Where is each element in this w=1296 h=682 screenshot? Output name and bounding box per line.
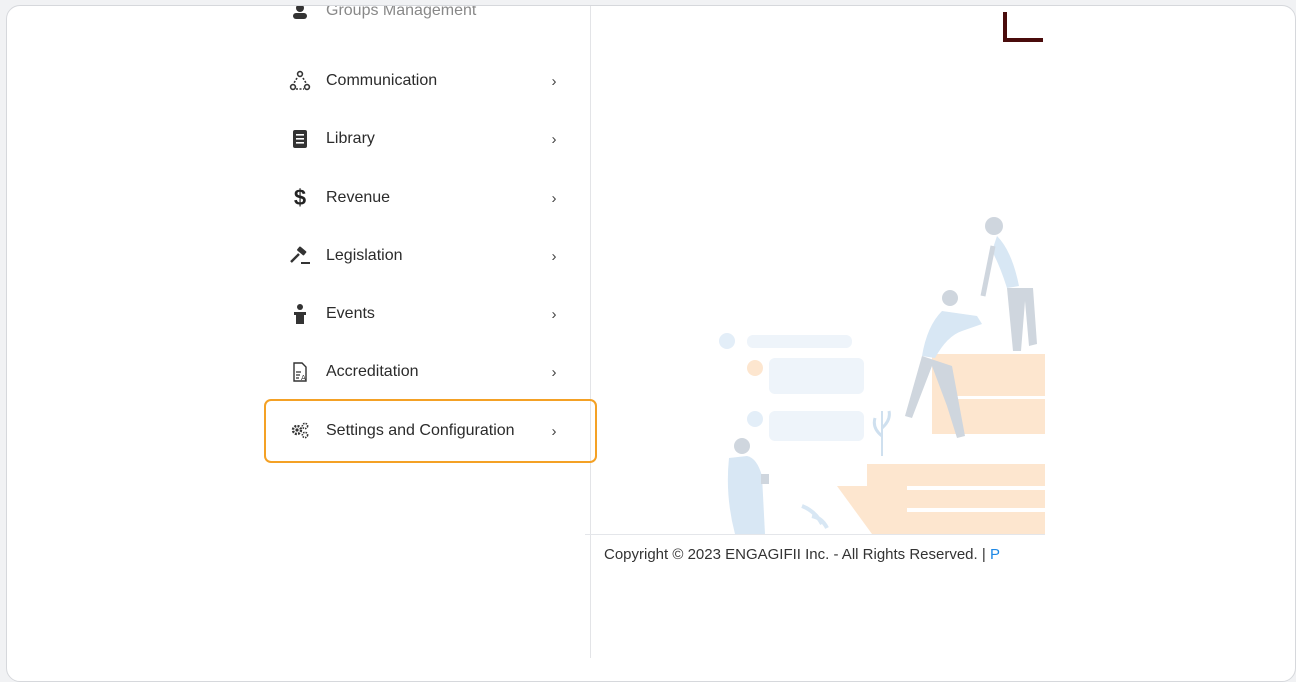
communication-icon — [288, 69, 312, 93]
sidebar-item-label: Legislation — [326, 247, 403, 264]
sidebar-item-label: Library — [326, 130, 375, 147]
chevron-right-icon: › — [551, 363, 557, 381]
copyright-text: Copyright © 2023 ENGAGIFII Inc. - All Ri… — [604, 546, 990, 563]
sidebar-item-communication[interactable]: Communication › — [272, 52, 590, 110]
window-frame: Groups Management Communication › Librar… — [6, 5, 1296, 682]
sidebar-nav: Groups Management Communication › Librar… — [272, 6, 591, 658]
sidebar-item-legislation[interactable]: Legislation › — [272, 227, 590, 285]
sidebar-item-settings-and-configuration[interactable]: Settings and Configuration › — [272, 402, 590, 460]
sidebar-item-label: Events — [326, 305, 375, 322]
sidebar-item-label: Revenue — [326, 189, 391, 206]
sidebar-item-label: Settings and Configuration — [326, 422, 515, 439]
dollar-icon: $ — [293, 185, 307, 210]
chevron-right-icon: › — [551, 422, 557, 440]
gears-icon — [288, 419, 312, 443]
chevron-right-icon: › — [551, 305, 557, 323]
teamwork-illustration — [719, 217, 1045, 534]
chevron-right-icon: › — [551, 72, 557, 90]
sidebar-item-label: Communication — [326, 72, 438, 89]
accreditation-icon: A — [288, 360, 312, 384]
chevron-right-icon: › — [551, 130, 557, 148]
sidebar-item-groups-management[interactable]: Groups Management — [272, 5, 590, 30]
gavel-icon — [288, 244, 312, 268]
sidebar-item-events[interactable]: Events › — [272, 285, 590, 343]
sidebar-item-label: Accreditation — [326, 363, 419, 380]
groups-icon — [288, 6, 312, 23]
corner-bracket-mark — [1003, 12, 1043, 42]
events-icon — [288, 302, 312, 326]
sidebar-item-revenue[interactable]: $ Revenue › — [272, 169, 590, 227]
sidebar-item-accreditation[interactable]: A Accreditation › — [272, 343, 590, 401]
chevron-right-icon: › — [551, 189, 557, 207]
footer-divider — [585, 534, 1045, 535]
sidebar-item-label: Groups Management — [326, 5, 477, 19]
footer-copyright: Copyright © 2023 ENGAGIFII Inc. - All Ri… — [604, 546, 1045, 563]
svg-text:A: A — [301, 374, 306, 382]
library-icon — [288, 127, 312, 151]
sidebar-item-library[interactable]: Library › — [272, 110, 590, 168]
chevron-right-icon: › — [551, 247, 557, 265]
footer-link[interactable]: P — [990, 546, 1000, 563]
